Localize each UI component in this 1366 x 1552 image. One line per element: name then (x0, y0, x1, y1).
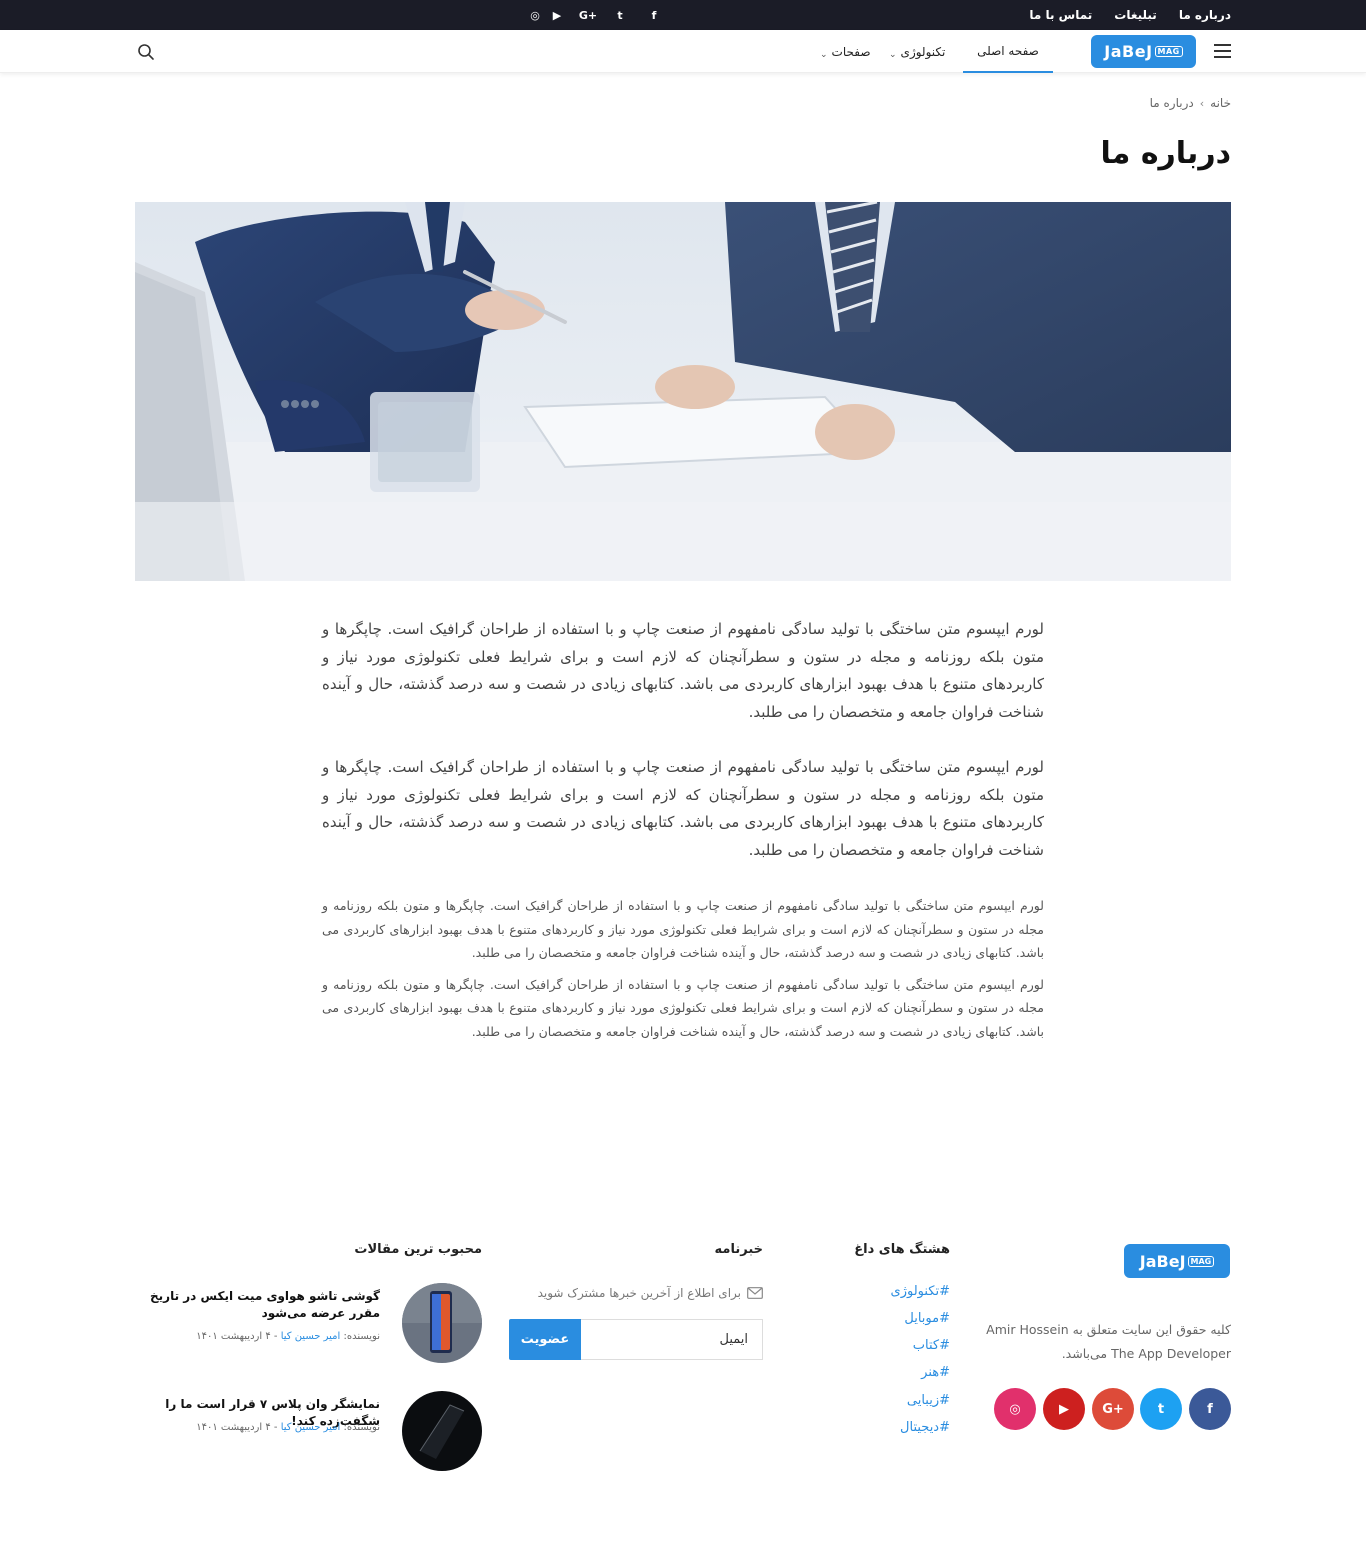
footer-logo-sub: MAG (1187, 1255, 1215, 1267)
post-meta: نویسنده: امیر حسین کیا - ۴ اردیبهشت ۱۴۰۱ (196, 1331, 380, 1342)
newsletter-form: عضویت (509, 1319, 763, 1360)
hero-image (135, 202, 1231, 581)
hashtag-link[interactable]: #هنر (921, 1365, 950, 1380)
instagram-icon[interactable]: ◎ (528, 9, 542, 22)
post-title[interactable]: گوشی تاشو هواوی میت ایکس در تاریخ مقرر ع… (140, 1288, 380, 1322)
post-author[interactable]: امیر حسین کیا (281, 1422, 341, 1433)
hashtag-link[interactable]: #تکنولوژی (891, 1284, 950, 1299)
breadcrumb-home[interactable]: خانه (1210, 96, 1231, 110)
nav-technology-label: تکنولوژی (900, 44, 946, 59)
instagram-icon[interactable]: ◎ (994, 1388, 1036, 1430)
twitter-icon[interactable]: t (1140, 1388, 1182, 1430)
post-date: ۴ اردیبهشت ۱۴۰۱ (196, 1331, 271, 1342)
hashtag-link[interactable]: #کتاب (913, 1338, 950, 1353)
post-author-label: نویسنده: (343, 1331, 380, 1342)
facebook-icon[interactable]: f (644, 9, 664, 22)
post-thumbnail[interactable] (402, 1283, 482, 1363)
nav-home[interactable]: صفحه اصلی (963, 30, 1053, 73)
hashtag-link[interactable]: #موبایل (904, 1311, 950, 1326)
top-links: درباره ما تبلیغات تماس با ما (1029, 0, 1231, 30)
youtube-icon[interactable]: ▶ (1043, 1388, 1085, 1430)
copyright-text: کلیه حقوق این سایت متعلق به Amir Hossein… (986, 1322, 1231, 1361)
footer: JaBeJ MAG کلیه حقوق این سایت متعلق به Ami… (0, 1230, 1366, 1552)
paragraph: لورم ایپسوم متن ساختگی با تولید سادگی نا… (322, 758, 1044, 859)
post-author[interactable]: امیر حسین کیا (281, 1331, 341, 1342)
paragraph: لورم ایپسوم متن ساختگی با تولید سادگی نا… (322, 898, 1044, 960)
post-date: ۴ اردیبهشت ۱۴۰۱ (196, 1422, 271, 1433)
twitter-icon[interactable]: t (608, 9, 632, 22)
top-bar: درباره ما تبلیغات تماس با ما ◎ ▶ G+ t f (0, 0, 1366, 30)
hashtag-link[interactable]: #زیبایی (907, 1393, 950, 1408)
chevron-left-icon: ‹ (1199, 96, 1205, 110)
email-field[interactable] (581, 1319, 763, 1360)
meta-separator: - (270, 1422, 278, 1433)
hashtag-link[interactable]: #دیجیتال (900, 1420, 950, 1435)
top-social: ◎ ▶ G+ t f (528, 0, 664, 30)
meta-separator: - (270, 1331, 278, 1342)
youtube-icon[interactable]: ▶ (546, 9, 568, 22)
nav-home-label: صفحه اصلی (977, 43, 1039, 58)
paragraph: لورم ایپسوم متن ساختگی با تولید سادگی نا… (322, 620, 1044, 721)
breadcrumb-current: درباره ما (1149, 96, 1194, 110)
breadcrumb: خانه ‹ درباره ما (1150, 96, 1231, 110)
popular-title: محبوب ترین مقالات (354, 1242, 482, 1257)
chevron-down-icon: ⌄ (820, 49, 828, 60)
post-meta: نویسنده: امیر حسین کیا - ۴ اردیبهشت ۱۴۰۱ (196, 1422, 380, 1433)
nav-pages[interactable]: ⌄ صفحات (820, 30, 871, 73)
business-meeting-illustration (135, 202, 1231, 581)
google-plus-icon[interactable]: G+ (1092, 1388, 1134, 1430)
paragraph: لورم ایپسوم متن ساختگی با تولید سادگی نا… (322, 976, 1044, 1039)
newsletter-text: برای اطلاع از آخرین خبرها مشترک شوید (537, 1286, 741, 1300)
subscribe-button[interactable]: عضویت (509, 1319, 581, 1360)
chevron-down-icon: ⌄ (889, 49, 897, 60)
logo-sub: MAG (1154, 46, 1183, 57)
newsletter-title: خبرنامه (714, 1242, 763, 1257)
top-link-about[interactable]: درباره ما (1179, 8, 1231, 22)
top-link-ads[interactable]: تبلیغات (1114, 8, 1157, 22)
top-link-contact[interactable]: تماس با ما (1029, 8, 1092, 22)
footer-logo-text: JaBeJ (1139, 1251, 1186, 1271)
menu-icon[interactable] (1214, 44, 1231, 58)
post-thumbnail[interactable] (402, 1391, 482, 1471)
page-title: درباره ما (1100, 136, 1231, 171)
search-icon[interactable] (137, 43, 155, 61)
nav-pages-label: صفحات (831, 44, 871, 59)
main-header: JaBeJ MAG صفحه اصلی ⌄ تکنولوژی ⌄ صفحات (0, 30, 1366, 73)
site-logo[interactable]: JaBeJ MAG (1091, 35, 1196, 68)
logo-text: JaBeJ (1104, 42, 1153, 61)
newsletter-description: برای اطلاع از آخرین خبرها مشترک شوید (538, 1286, 763, 1300)
nav-technology[interactable]: ⌄ تکنولوژی (889, 30, 945, 73)
article-content: لورم ایپسوم متن ساختگی با تولید سادگی نا… (322, 616, 1044, 1051)
envelope-icon (747, 1287, 763, 1299)
post-author-label: نویسنده: (343, 1422, 380, 1433)
google-plus-icon[interactable]: G+ (574, 9, 602, 22)
hashtags-title: هشتگ های داغ (854, 1242, 950, 1257)
footer-logo[interactable]: JaBeJ MAG (1124, 1244, 1230, 1278)
facebook-icon[interactable]: f (1189, 1388, 1231, 1430)
